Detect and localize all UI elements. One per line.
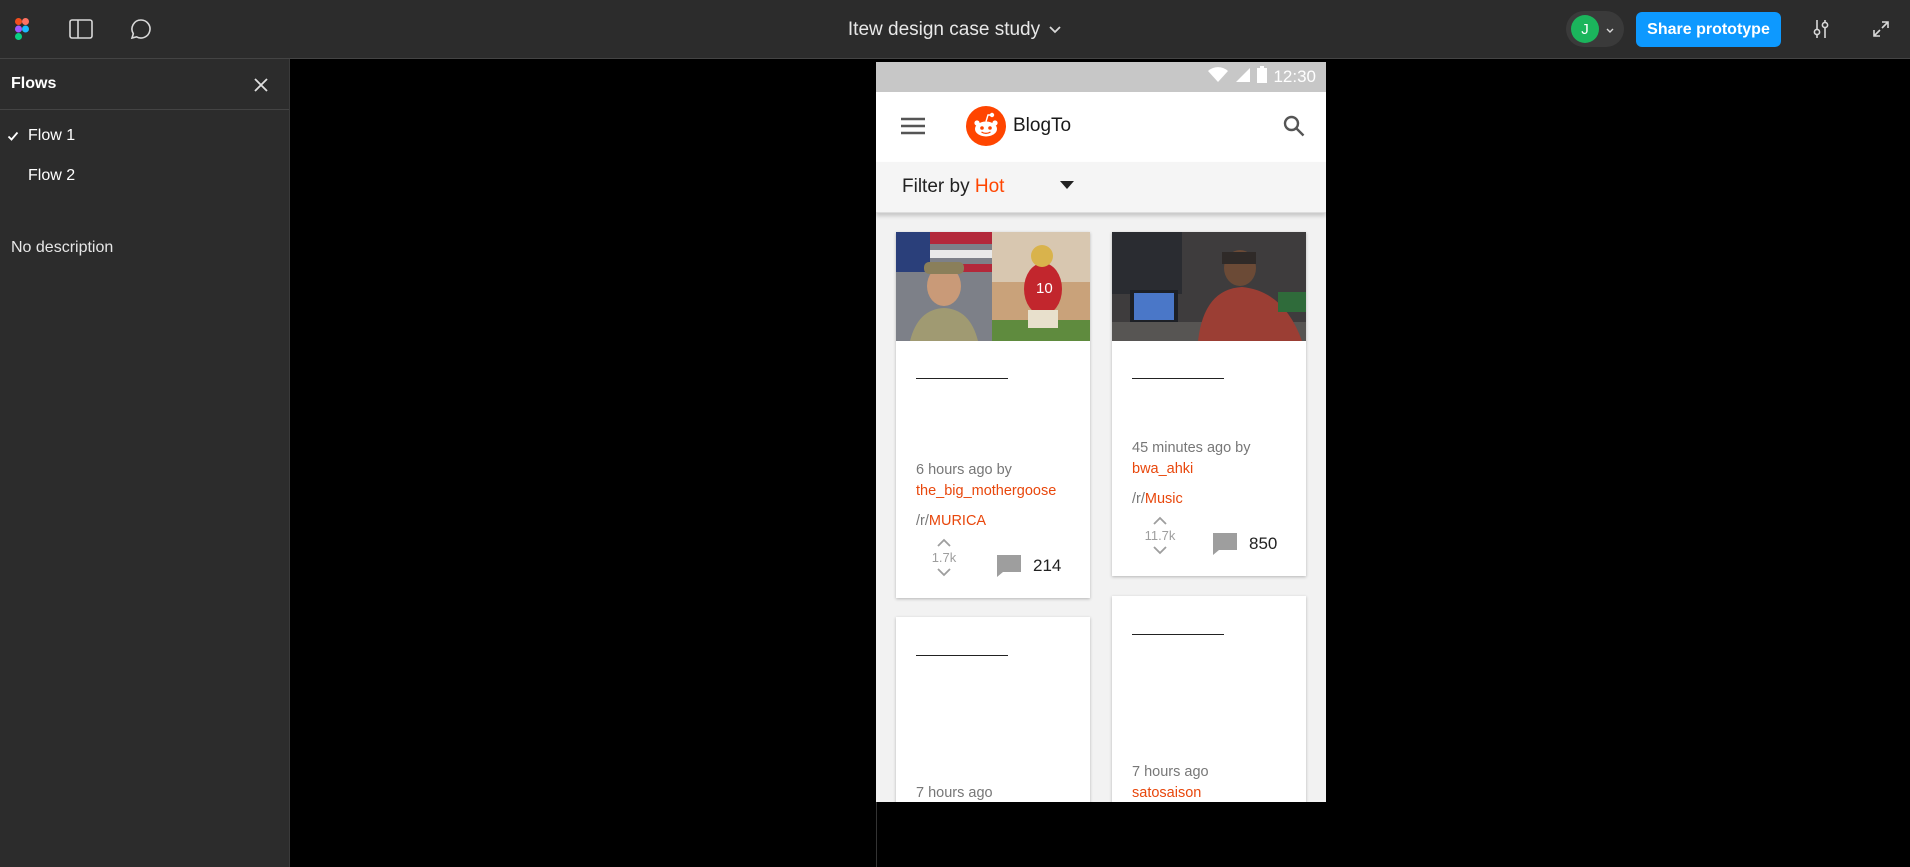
status-time: 12:30 (1273, 67, 1316, 86)
flow-item-2[interactable]: Flow 2 (0, 158, 290, 194)
comment-count: 850 (1249, 534, 1278, 553)
flows-panel-title: Flows (11, 75, 57, 92)
post-time: 7 hours ago (1132, 764, 1209, 780)
upvote-icon[interactable] (1144, 513, 1176, 528)
vote-widget: 11.7k (1144, 513, 1176, 558)
comment-bubble-icon[interactable] (1212, 532, 1238, 556)
status-bar: 12:30 (876, 62, 1326, 92)
user-menu[interactable]: J (1566, 11, 1624, 47)
post-title-placeholder (916, 655, 1008, 656)
vote-widget: 1.7k (928, 535, 960, 580)
post-subreddit: /r/MURICA (916, 513, 987, 529)
close-icon[interactable] (249, 73, 273, 97)
downvote-icon[interactable] (1144, 543, 1176, 558)
dropdown-arrow-icon[interactable] (1060, 181, 1074, 189)
settings-sliders-icon[interactable] (1808, 16, 1834, 42)
post-thumbnail[interactable]: 10 (896, 232, 1090, 341)
flow-item-1[interactable]: Flow 1 (0, 118, 290, 154)
app-bar: BlogTo (876, 92, 1326, 162)
signal-icon (1235, 67, 1251, 88)
post-author-link[interactable]: the_big_mothergoose (916, 483, 1056, 499)
subreddit-link[interactable]: MURICA (929, 513, 986, 529)
app-brand: BlogTo (1013, 115, 1072, 136)
battery-icon (1257, 66, 1268, 88)
post-card[interactable]: 45 minutes ago by bwa_ahki /r/Music 11.7… (1112, 232, 1306, 576)
post-author-link[interactable]: bwa_ahki (1132, 461, 1193, 477)
post-author-link[interactable]: satosaison (1132, 785, 1201, 801)
menu-icon[interactable] (900, 116, 926, 141)
vote-count: 11.7k (1144, 528, 1176, 543)
post-time: 7 hours ago (916, 785, 993, 801)
flow-item-label: Flow 2 (28, 167, 76, 184)
post-title-placeholder (1132, 634, 1224, 635)
flows-panel: Flows Flow 1 Flow 2 No description (0, 59, 290, 867)
wifi-icon (1207, 66, 1229, 88)
post-title-placeholder (916, 378, 1008, 379)
post-thumbnail[interactable] (1112, 232, 1306, 341)
fullscreen-icon[interactable] (1868, 16, 1894, 42)
reddit-logo-icon (966, 106, 1006, 146)
avatar[interactable]: J (1571, 15, 1599, 43)
figma-logo-icon[interactable] (9, 16, 35, 42)
checkmark-icon (7, 129, 19, 147)
share-prototype-button[interactable]: Share prototype (1636, 12, 1781, 47)
chevron-down-icon[interactable] (1605, 23, 1615, 41)
post-time: 6 hours ago by (916, 462, 1012, 478)
svg-text:10: 10 (1036, 280, 1053, 297)
filter-label: Filter by Hot (902, 176, 1004, 198)
flow-item-label: Flow 1 (28, 127, 76, 144)
subreddit-link[interactable]: Music (1145, 491, 1183, 507)
flows-panel-header: Flows (0, 59, 289, 110)
post-card[interactable]: 7 hours ago satosaison (1112, 596, 1306, 802)
post-time: 45 minutes ago by (1132, 440, 1251, 456)
post-subreddit: /r/Music (1132, 491, 1183, 507)
comment-icon[interactable] (128, 16, 154, 42)
comment-count: 214 (1033, 556, 1062, 575)
post-card[interactable]: 7 hours ago (896, 617, 1090, 802)
flow-description: No description (11, 239, 114, 256)
document-title[interactable]: Itew design case study (848, 19, 1040, 41)
top-toolbar: Itew design case study J Share prototype (0, 0, 1910, 59)
vote-count: 1.7k (931, 550, 957, 565)
filter-prefix: Filter by (902, 176, 970, 197)
upvote-icon[interactable] (928, 535, 960, 550)
search-icon[interactable] (1282, 114, 1306, 143)
sidebar-toggle-icon[interactable] (68, 16, 94, 42)
comment-bubble-icon[interactable] (996, 554, 1022, 578)
prototype-frame[interactable]: 12:30 BlogTo Filter by Hot 10 6 hours ag… (876, 62, 1326, 802)
post-card[interactable]: 10 6 hours ago by the_big_mothergoose /r… (896, 232, 1090, 598)
downvote-icon[interactable] (928, 565, 960, 580)
filter-dropdown[interactable]: Filter by Hot (876, 162, 1326, 213)
post-title-placeholder (1132, 378, 1224, 379)
chevron-down-icon[interactable] (1048, 19, 1062, 41)
filter-value: Hot (974, 176, 1005, 197)
